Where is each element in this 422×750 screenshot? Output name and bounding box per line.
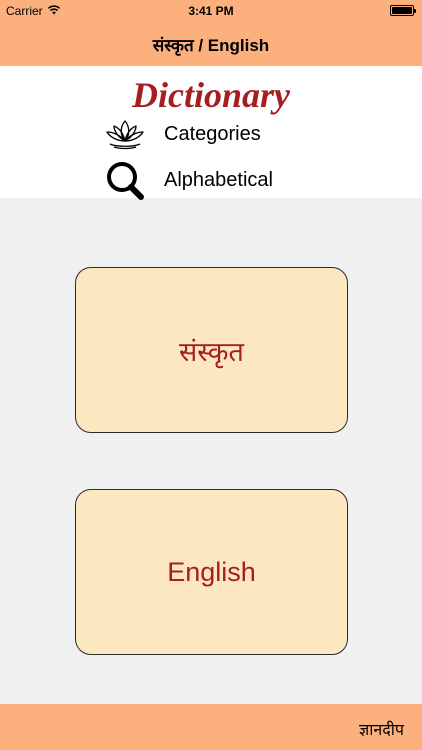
menu-label-categories: Categories — [164, 122, 261, 145]
top-bar: Carrier 3:41 PM संस्कृत / English — [0, 0, 422, 66]
english-button-label: English — [167, 556, 256, 587]
sanskrit-button[interactable]: संस्कृत — [75, 267, 348, 433]
lotus-icon — [100, 114, 150, 154]
status-bar: Carrier 3:41 PM — [0, 0, 422, 22]
nav-title: संस्कृत / English — [152, 36, 270, 55]
english-button[interactable]: English — [75, 489, 348, 655]
sanskrit-button-label: संस्कृत — [179, 336, 244, 367]
brand-label: ज्ञानदीप — [358, 722, 404, 739]
menu-label-alphabetical: Alphabetical — [164, 168, 273, 191]
battery-icon — [390, 5, 416, 16]
dictionary-header: Dictionary Categories Alphabetical — [0, 66, 422, 200]
dictionary-title: Dictionary — [132, 75, 290, 115]
menu-item-categories[interactable]: Categories — [100, 114, 261, 154]
footer-bar: ज्ञानदीप — [0, 704, 422, 750]
status-time: 3:41 PM — [188, 4, 234, 18]
menu-item-alphabetical[interactable]: Alphabetical — [100, 160, 273, 200]
magnifier-icon — [100, 160, 150, 200]
